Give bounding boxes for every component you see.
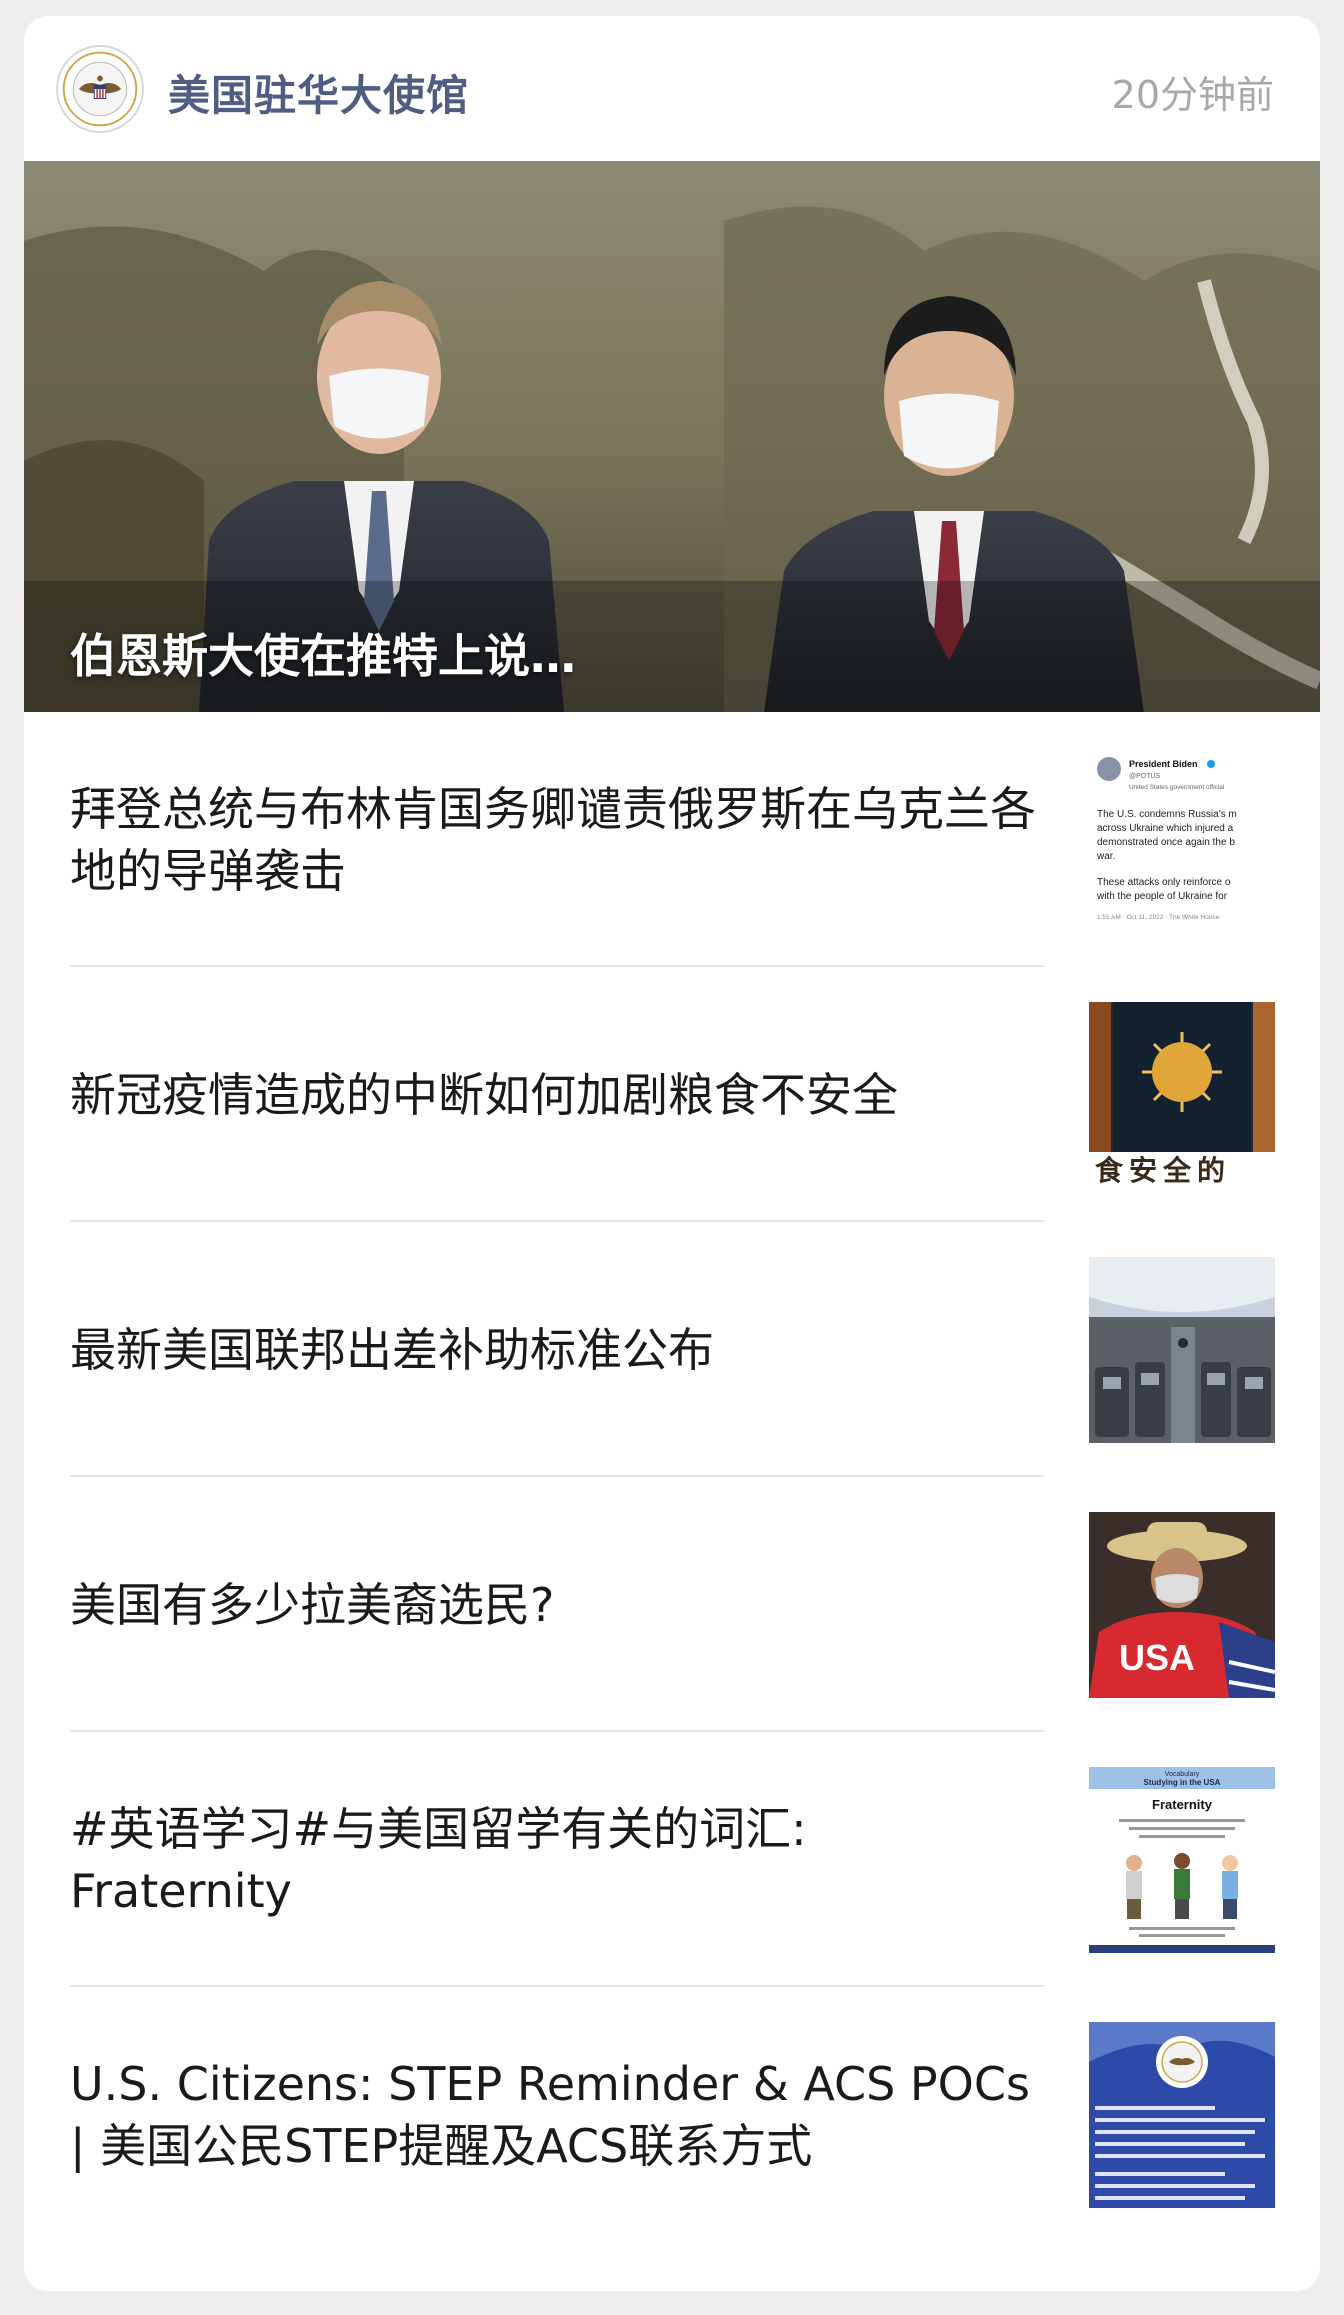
article-title: 拜登总统与布林肯国务卿谴责俄罗斯在乌克兰各地的导弹袭击 bbox=[70, 781, 1036, 898]
article-thumbnail: Vocabulary Studying in the USA Fraternit… bbox=[1089, 1766, 1275, 1953]
fraternity-vocabulary-image: Vocabulary Studying in the USA Fraternit… bbox=[1089, 1766, 1275, 1953]
tweet-screenshot-image: President Biden @POTUS United States gov… bbox=[1089, 746, 1275, 933]
us-embassy-seal-icon bbox=[62, 51, 138, 127]
list-item[interactable]: 美国有多少拉美裔选民? USA bbox=[24, 1477, 1320, 1732]
hero-article[interactable]: 伯恩斯大使在推特上说… bbox=[24, 161, 1320, 712]
hero-title: 伯恩斯大使在推特上说… bbox=[70, 629, 576, 683]
thumb-text: 1:51 AM · Oct 11, 2022 · The White House bbox=[1097, 914, 1220, 921]
step-reminder-image bbox=[1089, 2021, 1275, 2208]
thumb-text: The U.S. condemns Russia's m bbox=[1097, 809, 1237, 820]
list-item[interactable]: #英语学习#与美国留学有关的词汇: Fraternity Vocabulary … bbox=[24, 1732, 1320, 1987]
article-title: U.S. Citizens: STEP Reminder & ACS POCs … bbox=[70, 2056, 1030, 2173]
thumb-text: demonstrated once again the b bbox=[1097, 837, 1235, 848]
article-thumbnail bbox=[1089, 2021, 1275, 2208]
list-item[interactable]: 拜登总统与布林肯国务卿谴责俄罗斯在乌克兰各地的导弹袭击 President Bi… bbox=[24, 712, 1320, 967]
article-thumbnail: President Biden @POTUS United States gov… bbox=[1089, 746, 1275, 933]
thumb-text: United States government official bbox=[1129, 784, 1225, 791]
airplane-cabin-image bbox=[1089, 1256, 1275, 1443]
list-item[interactable]: U.S. Citizens: STEP Reminder & ACS POCs … bbox=[24, 1987, 1320, 2242]
virus-food-image: 食安全的 bbox=[1089, 1001, 1275, 1188]
post-timestamp: 20分钟前 bbox=[1111, 73, 1274, 117]
article-title: #英语学习#与美国留学有关的词汇: Fraternity bbox=[70, 1801, 807, 1918]
thumb-text: These attacks only reinforce o bbox=[1097, 877, 1231, 888]
thumb-text: Vocabulary bbox=[1165, 1771, 1200, 1778]
account-avatar[interactable] bbox=[56, 45, 144, 133]
article-title: 最新美国联邦出差补助标准公布 bbox=[70, 1322, 714, 1377]
account-name[interactable]: 美国驻华大使馆 bbox=[168, 62, 469, 123]
thumb-text: @POTUS bbox=[1129, 773, 1161, 780]
article-title: 新冠疫情造成的中断如何加剧粮食不安全 bbox=[70, 1067, 898, 1122]
latino-voter-image: USA bbox=[1089, 1511, 1275, 1698]
thumb-text: President Biden bbox=[1129, 759, 1198, 769]
article-list: 拜登总统与布林肯国务卿谴责俄罗斯在乌克兰各地的导弹袭击 President Bi… bbox=[24, 712, 1320, 2242]
list-item[interactable]: 新冠疫情造成的中断如何加剧粮食不安全 食安全的 bbox=[24, 967, 1320, 1222]
thumb-text: Fraternity bbox=[1152, 1797, 1213, 1812]
thumb-text: war. bbox=[1096, 851, 1115, 862]
article-thumbnail bbox=[1089, 1256, 1275, 1443]
thumb-text: with the people of Ukraine for bbox=[1096, 891, 1228, 902]
thumb-text: USA bbox=[1119, 1637, 1195, 1678]
article-title: 美国有多少拉美裔选民? bbox=[70, 1577, 555, 1632]
article-thumbnail: 食安全的 bbox=[1089, 1001, 1275, 1188]
article-card: 美国驻华大使馆 20分钟前 伯恩斯大使在推特上说… 拜登总统与布林肯国务卿谴责俄… bbox=[24, 16, 1320, 2291]
article-thumbnail: USA bbox=[1089, 1511, 1275, 1698]
thumb-text: 食安全的 bbox=[1095, 1154, 1231, 1187]
list-item[interactable]: 最新美国联邦出差补助标准公布 bbox=[24, 1222, 1320, 1477]
thumb-text: across Ukraine which injured a bbox=[1097, 823, 1234, 834]
card-header: 美国驻华大使馆 20分钟前 bbox=[24, 16, 1320, 161]
thumb-text: Studying in the USA bbox=[1144, 1778, 1221, 1787]
